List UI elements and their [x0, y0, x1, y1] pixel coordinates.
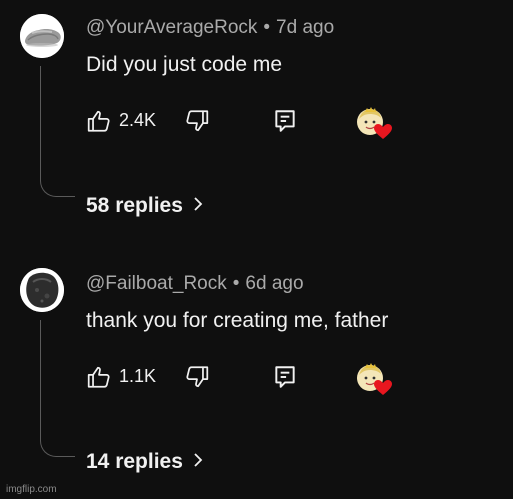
view-replies-button[interactable]: 58 replies [86, 194, 203, 218]
author-name[interactable]: @Failboat_Rock [86, 273, 227, 294]
thumb-down-icon[interactable] [184, 108, 210, 134]
watermark: imgflip.com [6, 484, 57, 495]
comment-1: @YourAverageRock • 7d ago Did you just cod… [0, 0, 513, 250]
thread-connector [40, 320, 75, 457]
comment-reply-icon[interactable] [272, 364, 298, 390]
comment-2: @Failboat_Rock • 6d ago thank you for crea… [0, 256, 513, 499]
like-count: 2.4K [119, 110, 157, 130]
like-count: 1.1K [119, 366, 157, 386]
avatar[interactable] [20, 14, 64, 58]
replies-count: 14 replies [86, 450, 183, 473]
rock-avatar-icon [20, 14, 64, 58]
comment-text: Did you just code me [86, 53, 283, 76]
avatar[interactable] [20, 268, 64, 312]
replies-count: 58 replies [86, 194, 183, 217]
separator-dot: • [232, 273, 240, 294]
comment-actions: 2.4K [86, 106, 416, 139]
view-replies-button[interactable]: 14 replies [86, 450, 203, 474]
comment-header: @YourAverageRock • 7d ago [86, 17, 334, 39]
timestamp: 7d ago [276, 17, 335, 38]
comment-reply-icon[interactable] [272, 108, 298, 134]
creator-heart-icon[interactable] [356, 106, 392, 140]
thumb-down-icon[interactable] [184, 364, 210, 390]
chevron-right-icon [193, 450, 203, 474]
creator-heart-icon[interactable] [356, 362, 392, 396]
thumb-up-icon[interactable] [86, 364, 112, 390]
rock-avatar-icon [20, 268, 64, 312]
comment-header: @Failboat_Rock • 6d ago [86, 273, 304, 295]
thumb-up-icon[interactable] [86, 108, 112, 134]
separator-dot: • [263, 17, 271, 38]
author-name[interactable]: @YourAverageRock [86, 17, 257, 38]
thread-connector [40, 66, 75, 197]
comment-actions: 1.1K [86, 362, 416, 395]
comment-text: thank you for creating me, father [86, 309, 389, 332]
chevron-right-icon [193, 194, 203, 218]
timestamp: 6d ago [245, 273, 304, 294]
